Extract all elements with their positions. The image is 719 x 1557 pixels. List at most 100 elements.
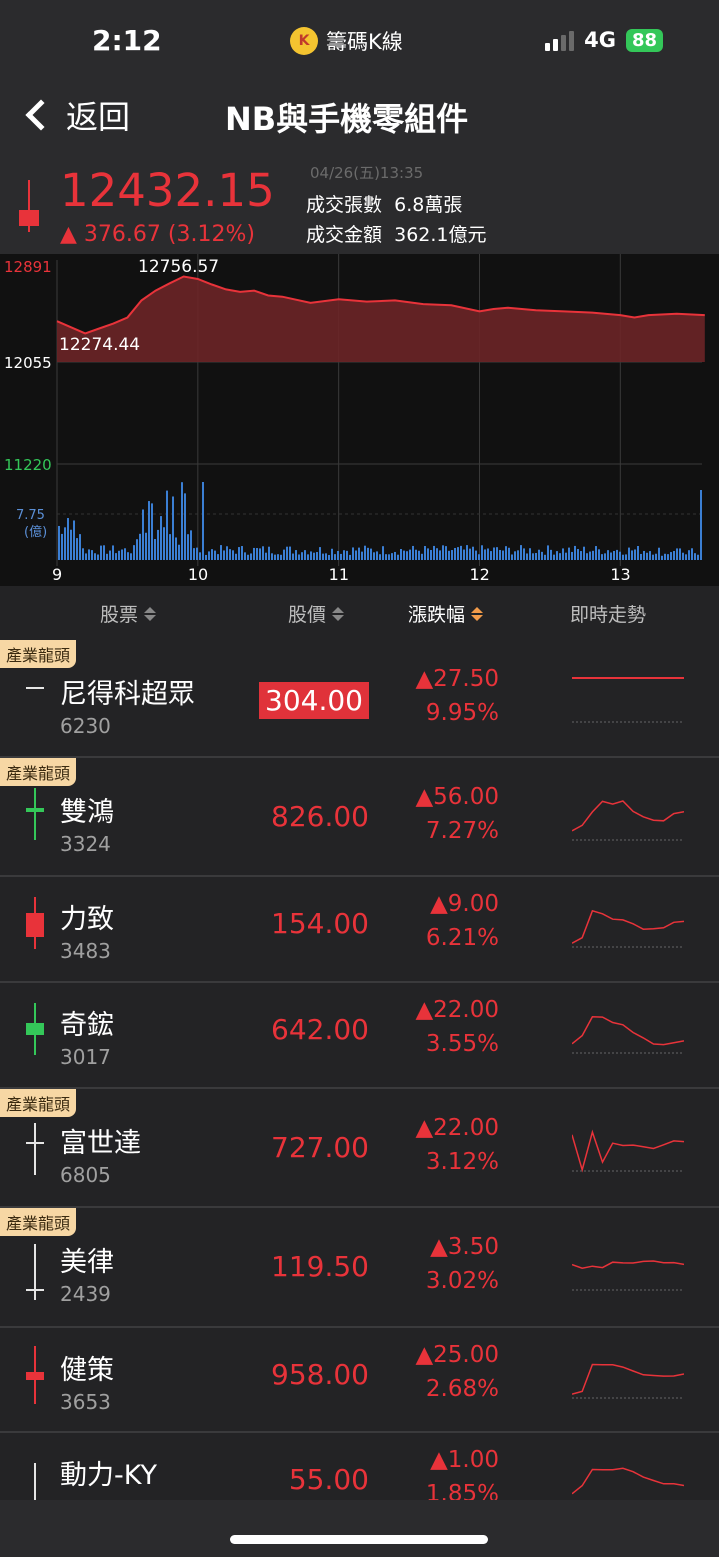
stock-row[interactable]: 產業龍頭 富世達 6805 727.00 ▲22.00 3.12%	[0, 1089, 719, 1208]
volume-bar	[598, 549, 600, 560]
volume-bar	[652, 554, 654, 560]
volume-bar	[433, 545, 435, 560]
x-tick-label: 9	[52, 565, 62, 584]
volume-bar	[97, 554, 99, 560]
volume-bar	[487, 548, 489, 560]
volume-bar	[106, 553, 108, 560]
stock-row[interactable]: 產業龍頭 雙鴻 3324 826.00 ▲56.00 7.27%	[0, 758, 719, 877]
stock-row[interactable]: 產業龍頭 尼得科超眾 6230 304.00 ▲27.50 9.95%	[0, 640, 719, 758]
volume-bar	[196, 547, 198, 560]
volume-bar	[109, 550, 111, 560]
volume-bar	[190, 530, 192, 560]
volume-bar	[124, 548, 126, 560]
back-button[interactable]: 返回	[22, 92, 130, 138]
volume-bar	[337, 550, 339, 560]
volume-bar	[373, 552, 375, 560]
stock-change: ▲1.00	[430, 1447, 499, 1473]
stock-row[interactable]: 健策 3653 958.00 ▲25.00 2.68%	[0, 1328, 719, 1433]
volume-bar	[148, 501, 150, 560]
stock-row[interactable]: 力致 3483 154.00 ▲9.00 6.21%	[0, 877, 719, 983]
candle-icon	[26, 1123, 44, 1175]
volume-bar	[472, 546, 474, 560]
sort-icon	[332, 606, 345, 621]
stock-code: 6230	[60, 714, 111, 738]
home-indicator[interactable]	[230, 1535, 488, 1544]
volume-bar	[418, 550, 420, 560]
intraday-chart[interactable]: 12891 12055 11220 12756.57 12274.44 7.75 (億) 9 1…	[0, 254, 719, 586]
sort-icon	[144, 606, 157, 621]
volume-bar	[529, 548, 531, 560]
volume-bar	[628, 547, 630, 560]
volume-bar	[412, 545, 414, 560]
trend-chart	[571, 1451, 685, 1500]
status-time: 2:12	[92, 24, 162, 57]
volume-bar	[67, 518, 69, 560]
stock-name: 動力-KY	[60, 1460, 157, 1491]
volume-bar	[346, 550, 348, 560]
low-annotation: 12274.44	[59, 335, 140, 355]
volume-bar	[364, 545, 366, 560]
header-stock[interactable]: 股票	[100, 600, 157, 627]
volume-bar	[517, 550, 519, 560]
volume-bar	[475, 550, 477, 560]
volume-bar	[553, 554, 555, 560]
volume-bar	[235, 553, 237, 560]
trend-chart	[571, 1119, 685, 1187]
volume-bar	[283, 549, 285, 560]
volume-bar	[310, 551, 312, 560]
y-tick-label: 11220	[4, 456, 52, 474]
volume-bar	[268, 546, 270, 560]
volume-bar	[163, 527, 165, 560]
stock-row[interactable]: 產業龍頭 美律 2439 119.50 ▲3.50 3.02%	[0, 1208, 719, 1328]
volume-bar	[478, 554, 480, 560]
volume-bar	[490, 551, 492, 560]
stock-list[interactable]: 產業龍頭 尼得科超眾 6230 304.00 ▲27.50 9.95% 產業龍頭 雙鴻 3324…	[0, 640, 719, 1500]
volume-bar	[298, 554, 300, 560]
volume-bar	[304, 550, 306, 560]
volume-bar	[643, 550, 645, 560]
header-change[interactable]: 漲跌幅	[408, 600, 484, 627]
volume-bar	[85, 553, 87, 560]
volume-bar	[238, 547, 240, 560]
volume-bar	[436, 548, 438, 560]
volume-bar	[184, 493, 186, 560]
volume-bar	[427, 548, 429, 560]
stock-name: 奇鋐	[60, 1010, 114, 1041]
header-price[interactable]: 股價	[288, 600, 345, 627]
volume-bar	[244, 552, 246, 560]
volume-bar	[256, 548, 258, 560]
stock-row[interactable]: 奇鋐 3017 642.00 ▲22.00 3.55%	[0, 983, 719, 1089]
volume-bar	[79, 534, 81, 560]
volume-bar	[172, 496, 174, 560]
mini-candle	[24, 764, 46, 868]
trend-sparkline	[572, 677, 684, 723]
volume-bar	[454, 547, 456, 560]
volume-bar	[466, 545, 468, 560]
volume-bar	[391, 553, 393, 560]
volume-bar	[439, 550, 441, 560]
volume-bar	[121, 549, 123, 560]
mini-candle	[24, 1214, 46, 1318]
volume-bar	[667, 554, 669, 560]
volume-bar	[385, 554, 387, 560]
volume-bar	[70, 529, 72, 560]
mini-candle	[24, 1328, 46, 1432]
volume-bar	[451, 550, 453, 560]
volume-bar	[154, 539, 156, 560]
trend-sparkline	[571, 1016, 685, 1054]
stock-change: ▲22.00	[415, 1115, 499, 1141]
volume-bar	[541, 551, 543, 560]
stock-change-percent: 3.02%	[425, 1268, 499, 1294]
app-logo-icon: K	[290, 27, 318, 55]
trend-sparkline	[571, 1129, 685, 1173]
volume-bar	[262, 546, 264, 560]
stock-row[interactable]: 動力-KY 55.00 ▲1.00 1.85%	[0, 1433, 719, 1500]
volume-bar	[583, 546, 585, 560]
stock-price: 154.00	[271, 907, 369, 940]
volume-bar	[133, 545, 135, 560]
volume-bar	[655, 553, 657, 560]
volume-bar	[115, 553, 117, 560]
x-tick-label: 13	[610, 565, 630, 584]
volume-bar	[328, 554, 330, 560]
volume-bar	[508, 547, 510, 560]
